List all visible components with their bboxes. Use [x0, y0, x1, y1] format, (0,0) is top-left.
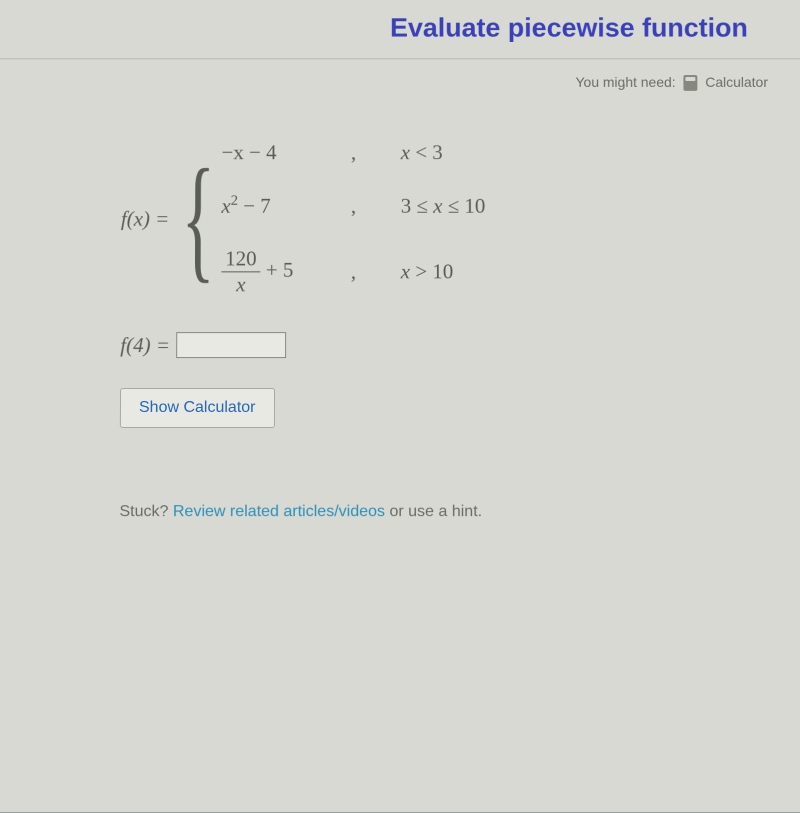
piece-expression: −x − 4 [221, 141, 311, 166]
answer-label: f(4) = [120, 333, 170, 358]
page-container: Evaluate piecewise function You might ne… [0, 0, 800, 813]
piece-condition: x < 3 [401, 141, 521, 166]
piece-row: 120 x + 5 , x > 10 [221, 247, 520, 298]
tools-row: You might need: Calculator [0, 59, 800, 91]
denominator: x [232, 273, 249, 298]
piece-comma: , [351, 141, 361, 166]
stuck-prefix: Stuck? [119, 503, 173, 520]
piece-expression: 120 x + 5 [221, 247, 311, 298]
function-label: f(x) = [121, 207, 170, 232]
piece-condition: x > 10 [401, 260, 521, 285]
function-definition: f(x) = { −x − 4 , x < 3 x2 − 7 , [121, 141, 750, 298]
brace-icon: { [181, 150, 215, 289]
stuck-row: Stuck? Review related articles/videos or… [119, 503, 750, 521]
page-title: Evaluate piecewise function [0, 13, 800, 44]
calculator-icon [683, 75, 697, 91]
calculator-link[interactable]: Calculator [705, 74, 768, 90]
fraction: 120 x [221, 247, 261, 298]
piece-condition: 3 ≤ x ≤ 10 [401, 194, 521, 219]
header: Evaluate piecewise function [0, 0, 800, 59]
pieces-container: −x − 4 , x < 3 x2 − 7 , 3 ≤ x ≤ 10 [221, 141, 520, 298]
tools-label: You might need: [575, 74, 675, 90]
show-calculator-button[interactable]: Show Calculator [120, 388, 275, 428]
piece-comma: , [351, 260, 361, 285]
piece-comma: , [351, 194, 361, 219]
numerator: 120 [221, 247, 260, 273]
stuck-suffix: or use a hint. [385, 503, 482, 520]
piece-expression: x2 − 7 [221, 193, 311, 219]
piece-row: x2 − 7 , 3 ≤ x ≤ 10 [221, 193, 520, 219]
answer-row: f(4) = [120, 332, 750, 358]
review-link[interactable]: Review related articles/videos [173, 503, 385, 520]
answer-input[interactable] [176, 332, 286, 358]
piece-row: −x − 4 , x < 3 [221, 141, 520, 166]
content: f(x) = { −x − 4 , x < 3 x2 − 7 , [0, 91, 800, 551]
